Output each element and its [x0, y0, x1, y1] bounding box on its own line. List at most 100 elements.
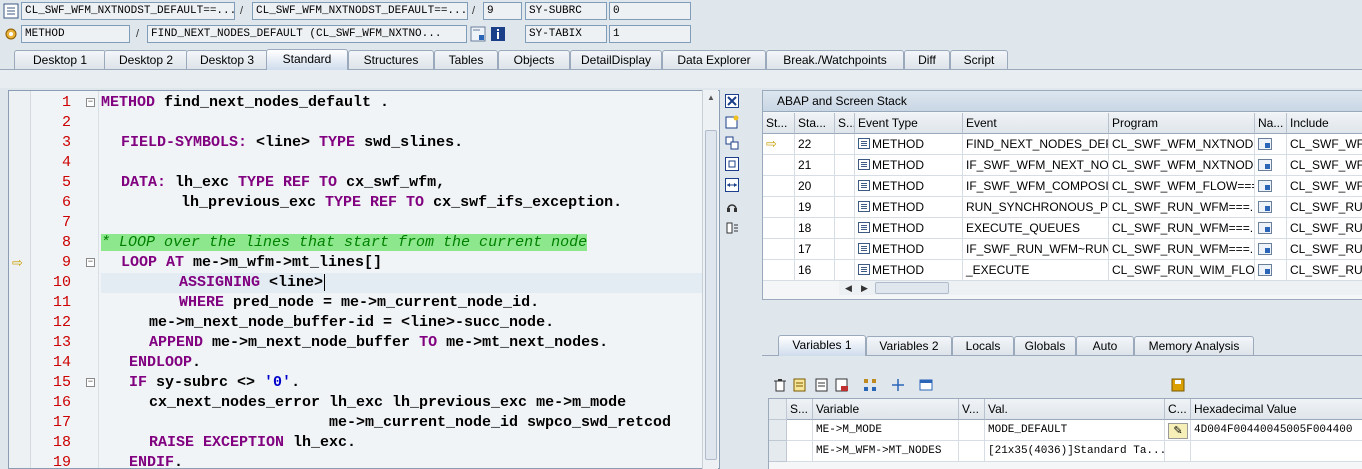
row-selector[interactable] [769, 420, 787, 441]
settings-tool-icon[interactable] [724, 221, 740, 237]
stack-event-type-cell[interactable]: METHOD [855, 155, 963, 176]
stack-status-cell[interactable] [763, 218, 795, 239]
stack-level-cell[interactable]: 16 [795, 260, 835, 281]
fold-toggle-icon[interactable]: − [86, 258, 95, 267]
stack-navigate-cell[interactable] [1255, 260, 1287, 281]
stack-program-cell[interactable]: CL_SWF_WFM_FLOW===... [1109, 176, 1255, 197]
stack-event-cell[interactable]: _EXECUTE [963, 260, 1109, 281]
col-header-s[interactable]: S... [835, 113, 855, 134]
stack-s-cell[interactable] [835, 134, 855, 155]
col-header-change[interactable]: C... [1165, 399, 1191, 420]
stack-include-cell[interactable]: CL_SWF_WFM_ [1287, 155, 1362, 176]
event-type-field[interactable]: METHOD [21, 25, 130, 43]
stack-status-cell[interactable]: ⇨ [763, 134, 795, 155]
close-tool-icon[interactable] [724, 94, 740, 110]
col-header-v[interactable]: V... [959, 399, 985, 420]
window-icon[interactable] [918, 378, 934, 394]
code-vertical-scrollbar[interactable]: ▲ [702, 90, 718, 469]
stack-program-cell[interactable]: CL_SWF_RUN_WFM===... [1109, 239, 1255, 260]
navigate-icon[interactable] [1258, 222, 1272, 234]
stack-include-cell[interactable]: CL_SWF_RUN_ [1287, 260, 1362, 281]
main-program-field[interactable]: CL_SWF_WFM_NXTNODST_DEFAULT==... [21, 2, 235, 20]
tab-locals[interactable]: Locals [952, 336, 1014, 355]
tree-icon[interactable] [862, 378, 878, 394]
navigate-icon[interactable] [1258, 159, 1272, 171]
tab-structures[interactable]: Structures [348, 50, 434, 69]
stack-include-cell[interactable]: CL_SWF_RUN_ [1287, 197, 1362, 218]
stack-event-type-cell[interactable]: METHOD [855, 218, 963, 239]
stack-status-cell[interactable] [763, 197, 795, 218]
stack-navigate-cell[interactable] [1255, 218, 1287, 239]
navigate-icon[interactable] [1258, 138, 1272, 150]
stack-s-cell[interactable] [835, 260, 855, 281]
stack-event-type-cell[interactable]: METHOD [855, 176, 963, 197]
stack-level-cell[interactable]: 22 [795, 134, 835, 155]
var-v-cell[interactable] [959, 441, 985, 462]
var-status-cell[interactable] [787, 420, 813, 441]
navigate-icon[interactable] [1258, 243, 1272, 255]
stack-event-cell[interactable]: FIND_NEXT_NODES_DEF... [963, 134, 1109, 155]
grid-corner[interactable] [769, 399, 787, 420]
fold-toggle-icon[interactable]: − [86, 98, 95, 107]
var-change-cell[interactable] [1165, 441, 1191, 462]
tab-standard[interactable]: Standard [266, 49, 348, 70]
tab-detaildisplay[interactable]: DetailDisplay [570, 50, 662, 69]
stack-level-cell[interactable]: 18 [795, 218, 835, 239]
info-icon[interactable] [490, 26, 506, 42]
stack-navigate-cell[interactable] [1255, 197, 1287, 218]
stack-program-cell[interactable]: CL_SWF_RUN_WFM===... [1109, 218, 1255, 239]
col-header-variable[interactable]: Variable [813, 399, 959, 420]
stack-navigate-cell[interactable] [1255, 155, 1287, 176]
tab-data-explorer[interactable]: Data Explorer [662, 50, 766, 69]
stack-horizontal-scrollbar[interactable]: ◀ ▶ [839, 281, 1362, 295]
navigate-icon[interactable] [1258, 201, 1272, 213]
line-number-field[interactable]: 9 [483, 2, 522, 20]
clear-icon[interactable] [834, 378, 850, 394]
var-v-cell[interactable] [959, 420, 985, 441]
col-header-level[interactable]: Sta... [795, 113, 835, 134]
stack-program-cell[interactable]: CL_SWF_RUN_WFM===... [1109, 197, 1255, 218]
navigate-icon[interactable] [1258, 264, 1272, 276]
stack-include-cell[interactable]: CL_SWF_RUN_ [1287, 218, 1362, 239]
stack-status-cell[interactable] [763, 239, 795, 260]
edit-pencil-icon[interactable]: ✎ [1168, 423, 1188, 439]
stack-event-cell[interactable]: IF_SWF_WFM_COMPOSI... [963, 176, 1109, 197]
col-header-program[interactable]: Program [1109, 113, 1255, 134]
col-header-var-status[interactable]: S... [787, 399, 813, 420]
var-value-cell[interactable]: [21x35(4036)]Standard Ta... [985, 441, 1165, 462]
stack-level-cell[interactable]: 21 [795, 155, 835, 176]
var-name-cell[interactable]: ME->M_WFM->MT_NODES [813, 441, 959, 462]
export-icon[interactable] [814, 378, 830, 394]
stack-event-cell[interactable]: EXECUTE_QUEUES [963, 218, 1109, 239]
maximize-tool-icon[interactable] [724, 157, 740, 173]
move-icon[interactable] [890, 378, 906, 394]
stack-event-cell[interactable]: IF_SWF_RUN_WFM~RUN [963, 239, 1109, 260]
stack-event-type-cell[interactable]: METHOD [855, 134, 963, 155]
stack-level-cell[interactable]: 20 [795, 176, 835, 197]
var-hex-cell[interactable] [1191, 441, 1362, 462]
stack-event-type-cell[interactable]: METHOD [855, 260, 963, 281]
col-header-navigation[interactable]: Na... [1255, 113, 1287, 134]
save-icon[interactable] [1170, 378, 1186, 394]
fold-toggle-icon[interactable]: − [86, 378, 95, 387]
row-selector[interactable] [769, 441, 787, 462]
stack-s-cell[interactable] [835, 197, 855, 218]
stack-s-cell[interactable] [835, 218, 855, 239]
tab-desktop-3[interactable]: Desktop 3 [186, 50, 268, 69]
stack-navigate-cell[interactable] [1255, 134, 1287, 155]
stack-event-cell[interactable]: IF_SWF_WFM_NEXT_NO... [963, 155, 1109, 176]
var-hex-cell[interactable]: 4D004F00440045005F004400 [1191, 420, 1362, 441]
tab-breakpoints[interactable]: Break./Watchpoints [766, 50, 904, 69]
headset-tool-icon[interactable] [724, 200, 740, 216]
stack-event-type-cell[interactable]: METHOD [855, 239, 963, 260]
include-field[interactable]: CL_SWF_WFM_NXTNODST_DEFAULT==... [252, 2, 468, 20]
var-change-cell[interactable]: ✎ [1165, 420, 1191, 441]
swap-tool-icon[interactable] [724, 136, 740, 152]
col-header-event-type[interactable]: Event Type [855, 113, 963, 134]
tab-desktop-1[interactable]: Desktop 1 [14, 50, 106, 69]
stack-include-cell[interactable]: CL_SWF_RUN_ [1287, 239, 1362, 260]
tab-tables[interactable]: Tables [434, 50, 498, 69]
stack-status-cell[interactable] [763, 176, 795, 197]
new-tool-icon[interactable] [724, 115, 740, 131]
col-header-hex[interactable]: Hexadecimal Value [1191, 399, 1362, 420]
